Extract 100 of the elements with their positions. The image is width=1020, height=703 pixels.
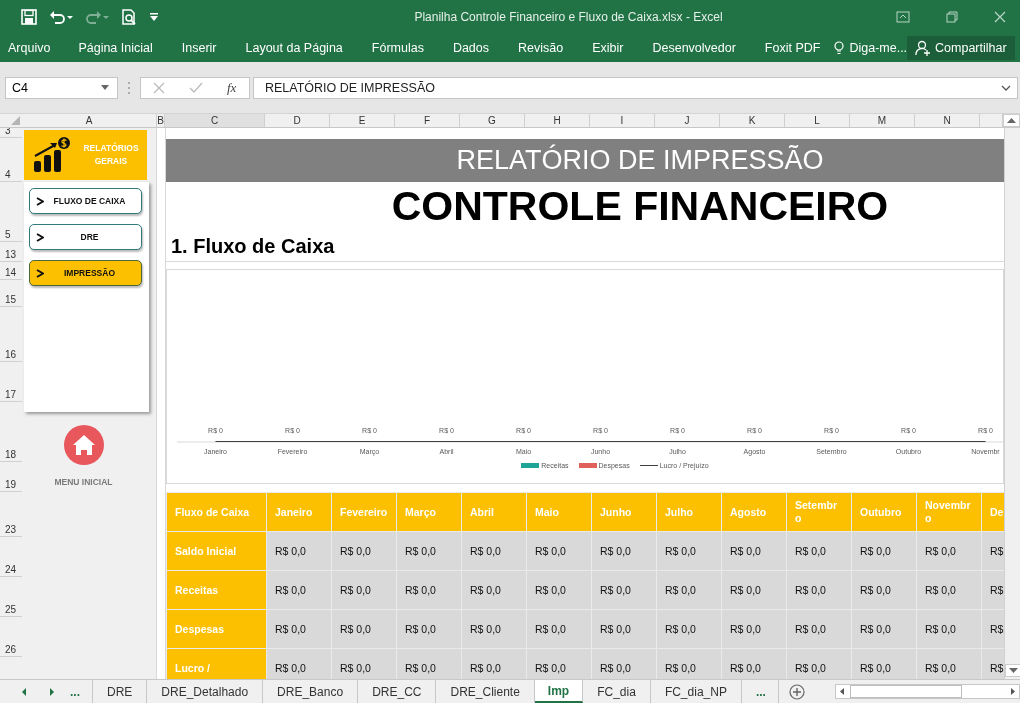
row-label: Saldo Inicial xyxy=(166,531,267,571)
window-title: Planilha Controle Financeiro e Fluxo de Caixa.xlsx - Excel xyxy=(413,10,724,24)
table-cell: R$ 0,0 xyxy=(851,531,917,571)
print-preview-icon[interactable] xyxy=(121,9,137,25)
table-cell: R$ 0,0 xyxy=(721,570,787,610)
scroll-up-icon[interactable] xyxy=(1003,114,1020,127)
menu-button[interactable]: DRE xyxy=(29,224,142,250)
ribbon-tab[interactable]: Fórmulas xyxy=(371,41,424,55)
table-cell: R$ 0,0 xyxy=(331,648,397,679)
row-label: Receitas xyxy=(166,570,267,610)
table-cell: R$ 0,0 xyxy=(916,531,982,571)
column-header[interactable]: K xyxy=(720,114,785,127)
undo-icon[interactable] xyxy=(49,9,73,25)
scroll-right-icon[interactable] xyxy=(48,686,56,697)
ribbon-tab[interactable]: Arquivo xyxy=(8,41,51,55)
table-cell: R$ 0,0 xyxy=(266,648,332,679)
ribbon-tab[interactable]: Revisão xyxy=(518,41,564,55)
row-label: Lucro / xyxy=(166,648,267,679)
tell-me-field[interactable]: Diga-me... xyxy=(834,41,908,55)
more-sheets-button[interactable]: ... xyxy=(741,680,779,703)
horizontal-scrollbar[interactable] xyxy=(834,684,1020,699)
column-header[interactable]: E xyxy=(330,114,395,127)
sheet-tab[interactable]: FC_dia_NP xyxy=(650,680,742,703)
table-cell: R$ 0,0 xyxy=(721,609,787,649)
column-header[interactable]: H xyxy=(525,114,590,127)
formula-value: RELATÓRIO DE IMPRESSÃO xyxy=(265,80,435,95)
column-heading: Novembro xyxy=(916,492,982,532)
column-heading: Abril xyxy=(461,492,527,532)
column-heading: De xyxy=(981,492,1004,532)
section-heading: 1. Fluxo de Caixa xyxy=(166,231,1004,262)
table-cell: R$ 0,0 xyxy=(526,648,592,679)
table-cell: R$ 0,0 xyxy=(851,570,917,610)
sheet-tab[interactable]: FC_dia xyxy=(583,680,651,703)
sheet-tab[interactable]: Imp xyxy=(534,680,584,703)
share-label: Compartilhar xyxy=(935,41,1007,55)
name-box[interactable]: C4 xyxy=(5,76,118,99)
scroll-down-icon[interactable] xyxy=(1005,664,1020,677)
column-heading: Março xyxy=(396,492,462,532)
chevron-icon xyxy=(36,196,44,206)
person-add-icon xyxy=(915,40,932,56)
column-heading: Outubro xyxy=(851,492,917,532)
sheet-tab[interactable]: DRE_Detalhado xyxy=(147,680,264,703)
column-header[interactable]: D xyxy=(265,114,330,127)
vertical-scrollbar[interactable] xyxy=(1004,128,1020,679)
table-cell: R$ 0,0 xyxy=(396,570,462,610)
column-header[interactable]: M xyxy=(850,114,915,127)
sheet-tab[interactable]: DRE_Banco xyxy=(263,680,359,703)
scrollbar-thumb[interactable] xyxy=(849,685,962,698)
restore-icon[interactable] xyxy=(946,11,958,23)
table-cell: R$ 0,0 xyxy=(851,609,917,649)
column-heading: Agosto xyxy=(721,492,787,532)
more-sheets-button[interactable]: ... xyxy=(56,680,93,703)
column-header[interactable]: J xyxy=(655,114,720,127)
chevron-icon xyxy=(36,268,44,278)
close-icon[interactable] xyxy=(994,11,1006,23)
ribbon-tab[interactable]: Página Inicial xyxy=(78,41,153,55)
formula-input-field[interactable]: RELATÓRIO DE IMPRESSÃO xyxy=(253,76,1018,99)
table-cell: R$ 0,0 xyxy=(591,609,657,649)
column-header[interactable]: N xyxy=(915,114,980,127)
table-cell: R$ 0,0 xyxy=(396,648,462,679)
insert-function-button[interactable]: fx xyxy=(227,79,237,96)
expand-caret-icon[interactable] xyxy=(1001,84,1011,91)
scroll-left-icon[interactable] xyxy=(20,686,28,697)
checkmark-icon xyxy=(189,81,203,94)
customize-caret-icon[interactable] xyxy=(149,12,159,22)
sheet-tab[interactable]: DRE xyxy=(93,680,148,703)
ribbon-tab[interactable]: Exibir xyxy=(592,41,624,55)
table-cell: R$ 0,0 xyxy=(526,531,592,571)
save-icon[interactable] xyxy=(21,9,37,25)
sheet-tab[interactable]: DRE_CC xyxy=(358,680,437,703)
tell-me-text: Diga-me... xyxy=(849,41,908,55)
add-sheet-icon[interactable] xyxy=(788,683,805,700)
column-header[interactable]: G xyxy=(460,114,525,127)
table-cell: R$ 0,0 xyxy=(266,609,332,649)
column-header[interactable]: C xyxy=(165,114,265,127)
drag-handle-icon[interactable] xyxy=(127,80,131,95)
lightbulb-icon xyxy=(834,41,845,55)
share-button[interactable]: Compartilhar xyxy=(907,36,1015,60)
ribbon-tab[interactable]: Dados xyxy=(452,41,490,55)
sheet-tab[interactable]: DRE_Cliente xyxy=(436,680,535,703)
home-icon[interactable] xyxy=(63,425,104,465)
column-header[interactable]: I xyxy=(590,114,655,127)
ribbon-tab[interactable]: Layout da Página xyxy=(245,41,343,55)
menu-button[interactable]: FLUXO DE CAIXA xyxy=(29,188,142,214)
dropdown-caret-icon[interactable] xyxy=(101,85,109,90)
table-cell: R$ 0,0 xyxy=(461,648,527,679)
table-cell: R$ 0,0 xyxy=(461,570,527,610)
table-cell: R$ 0,0 xyxy=(916,648,982,679)
ribbon-tab[interactable]: Inserir xyxy=(181,41,217,55)
column-heading: Maio xyxy=(526,492,592,532)
column-header[interactable]: A xyxy=(22,114,157,127)
ribbon-tab[interactable]: Foxit PDF xyxy=(764,41,821,55)
column-header[interactable]: L xyxy=(785,114,850,127)
table-cell: R$ 0,0 xyxy=(331,531,397,571)
ribbon-display-icon[interactable] xyxy=(896,11,910,23)
ribbon-tab[interactable]: Desenvolvedor xyxy=(652,41,736,55)
column-heading: Janeiro xyxy=(266,492,332,532)
column-header[interactable]: F xyxy=(395,114,460,127)
menu-button[interactable]: IMPRESSÃO xyxy=(29,260,142,286)
table-cell: R$ 0,0 xyxy=(396,531,462,571)
